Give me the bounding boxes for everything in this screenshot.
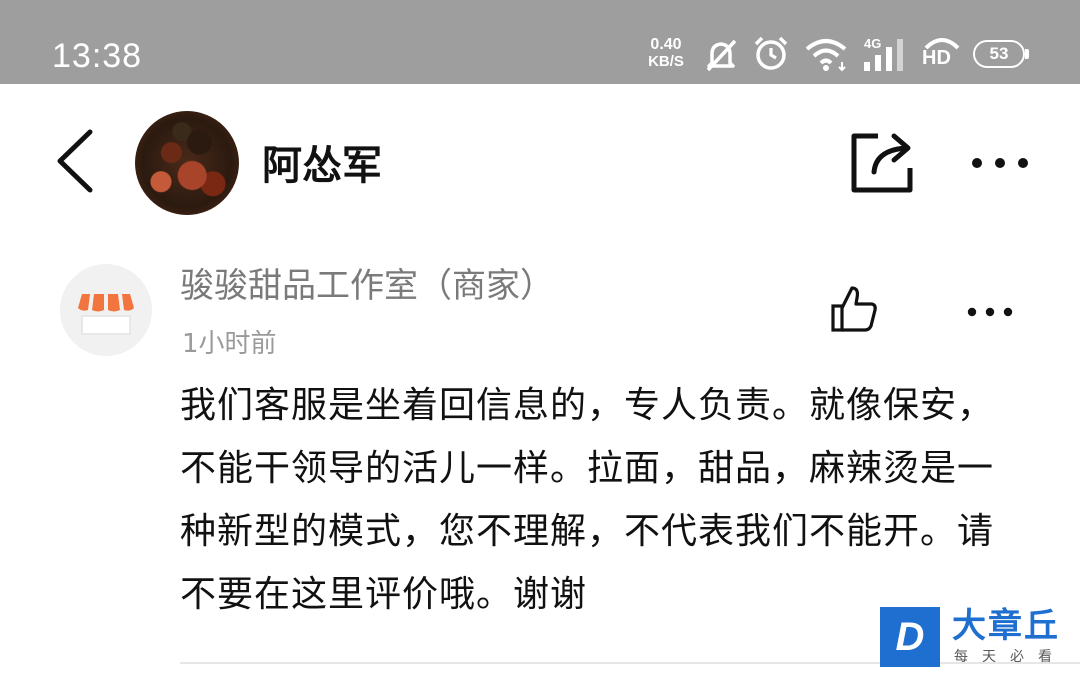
page-title: 阿怂军 — [262, 143, 382, 189]
watermark-title: 大章丘 — [952, 606, 1060, 646]
more-icon[interactable] — [970, 156, 1030, 170]
comment-more-icon[interactable] — [966, 306, 1014, 318]
signal-icon — [864, 39, 903, 71]
watermark-letter: D — [880, 607, 940, 667]
comment-author[interactable]: 骏骏甜品工作室（商家） — [180, 262, 554, 310]
status-bar: 13:38 0.40 KB/S 4G HD 53 — [0, 0, 1080, 84]
mute-icon — [706, 39, 737, 72]
network-speed: 0.40 KB/S — [642, 36, 690, 70]
hd-label: HD — [922, 47, 951, 69]
chat-header: 阿怂军 — [0, 84, 1080, 234]
network-speed-unit: KB/S — [648, 53, 684, 70]
avatar[interactable] — [135, 111, 239, 215]
watermark-subtitle: 每天必看 — [954, 649, 1066, 665]
shop-store-icon — [78, 294, 134, 335]
watermark-logo: D 大章丘 每天必看 — [880, 606, 1080, 673]
alarm-icon — [754, 36, 788, 70]
battery-icon: 53 — [973, 40, 1025, 68]
back-arrow-icon[interactable] — [52, 128, 96, 194]
network-speed-value: 0.40 — [650, 36, 682, 53]
thumbs-up-icon[interactable] — [828, 284, 880, 334]
comment-body: 我们客服是坐着回信息的，专人负责。就像保安，不能干领导的活儿一样。拉面，甜品，麻… — [180, 385, 995, 615]
comment-timestamp: 1小时前 — [182, 329, 277, 359]
battery-level: 53 — [989, 44, 1009, 63]
status-time: 13:38 — [52, 37, 143, 75]
shop-avatar[interactable] — [60, 264, 152, 356]
battery-tip — [1025, 49, 1029, 59]
share-icon[interactable] — [848, 128, 916, 194]
wifi-icon — [805, 39, 847, 72]
